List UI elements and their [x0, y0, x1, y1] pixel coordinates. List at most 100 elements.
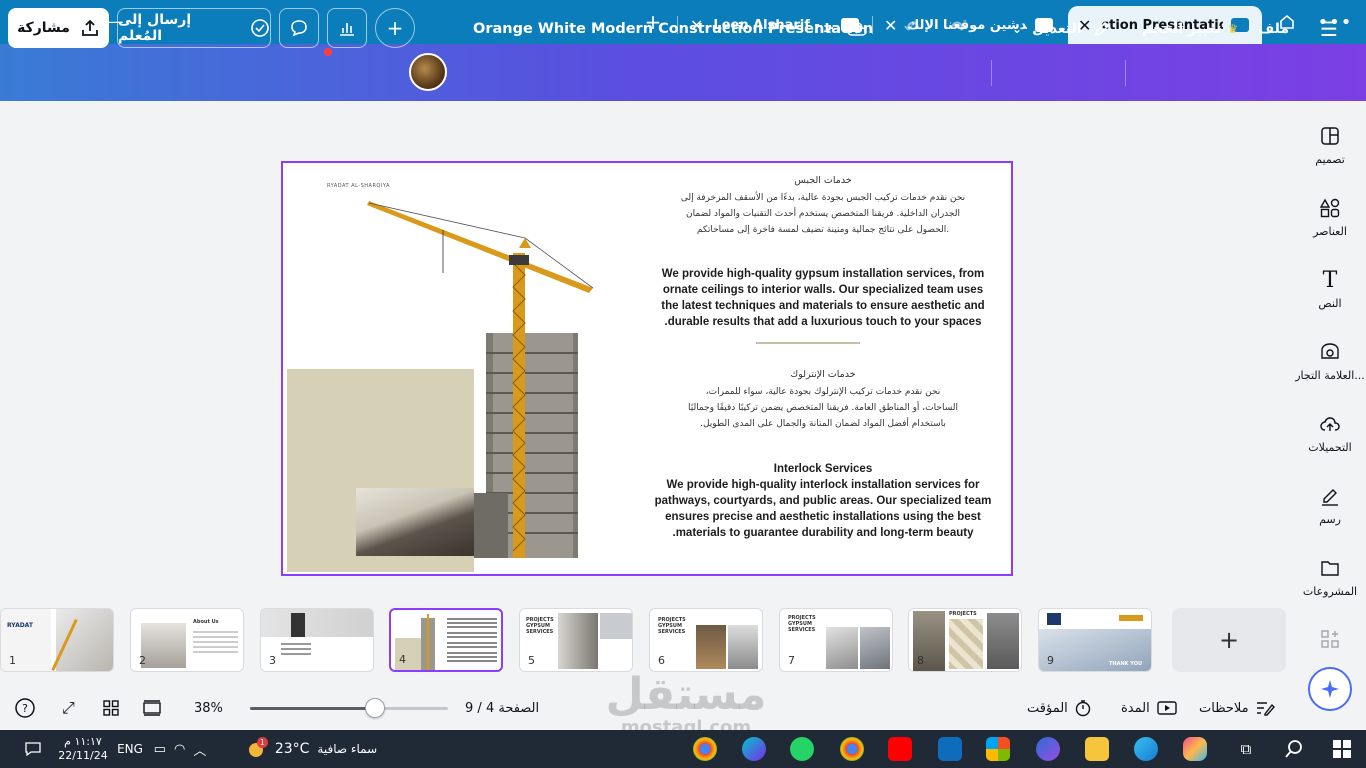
clock[interactable]: ١١:١٧ م 22/11/24 — [56, 730, 110, 768]
interlock-title-en[interactable]: Interlock Services — [633, 461, 1011, 477]
chrome-icon[interactable] — [693, 737, 717, 761]
zoom-level[interactable]: 38% — [194, 697, 223, 719]
thumb-number: 8 — [917, 654, 924, 667]
weather-widget[interactable]: 1 23°C سماء صافية — [238, 730, 386, 768]
youtube-icon[interactable] — [888, 737, 912, 761]
edge-icon[interactable] — [1134, 737, 1158, 761]
slide-thumbnail-5[interactable]: PROJECTS GYPSUM SERVICES 5 — [519, 608, 633, 672]
slide-canvas[interactable]: RYADAT AL-SHARQIYA خدمات الجبس نحن نقدم … — [281, 161, 1013, 576]
copilot-app-icon[interactable] — [1036, 737, 1060, 761]
notification-center-icon[interactable] — [20, 730, 46, 768]
page-view-icon[interactable] — [142, 697, 162, 719]
duration-button[interactable]: المدة — [1121, 697, 1178, 719]
duration-label: المدة — [1121, 700, 1150, 716]
thumb-label: RYADAT — [7, 622, 33, 629]
system-tray[interactable]: ▭ ◠ ︿ — [150, 730, 210, 768]
gypsum-body-en[interactable]: We provide high-quality gypsum installat… — [633, 266, 1011, 330]
chrome-profile-icon[interactable] — [840, 737, 864, 761]
send-to-teacher-button[interactable]: إرسال إلى المُعلم — [117, 8, 271, 48]
rail-item-draw[interactable]: رسم — [1294, 485, 1366, 526]
plus-icon: + — [386, 16, 404, 40]
add-page-button[interactable]: + — [1172, 608, 1286, 672]
add-collaborator-button[interactable]: + — [375, 8, 415, 48]
copilot-icon[interactable] — [1183, 737, 1207, 761]
hamburger-menu-icon[interactable]: ☰ — [1320, 0, 1338, 57]
timer-label: المؤقت — [1027, 700, 1068, 716]
avatar[interactable] — [409, 53, 447, 91]
slide-thumbnail-9[interactable]: THANK YOU 9 — [1038, 608, 1152, 672]
resize-button[interactable]: تغيير الحجم ♛ — [1142, 0, 1238, 57]
slide-thumbnail-4[interactable]: 4 — [389, 608, 503, 672]
help-icon[interactable]: ? — [14, 697, 36, 719]
text-line: الجدران الداخلية. فريقنا المتخصص يستخدم … — [686, 209, 960, 219]
rail-item-design[interactable]: تصميم — [1294, 125, 1366, 166]
comment-button[interactable] — [279, 8, 319, 48]
edit-mode-dropdown[interactable]: ⌄ التعديل — [1012, 0, 1112, 57]
store-icon[interactable] — [986, 737, 1010, 761]
fullscreen-icon[interactable]: ⤢ — [62, 697, 75, 719]
zoom-slider-track[interactable] — [250, 707, 448, 710]
insights-button[interactable] — [327, 8, 367, 48]
notes-button[interactable]: ملاحظات — [1199, 697, 1275, 719]
section-divider-line[interactable] — [756, 342, 860, 344]
grid-view-icon[interactable] — [102, 697, 120, 719]
rail-item-brand[interactable]: العلامة التجار... — [1294, 341, 1366, 382]
file-menu-button[interactable]: ملف — [1258, 0, 1289, 57]
zoom-slider-fill — [250, 707, 376, 710]
interlock-body-en[interactable]: We provide high-quality interlock instal… — [633, 477, 1011, 541]
rail-label: النص — [1318, 297, 1342, 310]
upload-icon — [1319, 413, 1341, 435]
slide-thumbnail-7[interactable]: PROJECTS GYPSUM SERVICES 7 — [779, 608, 893, 672]
rail-item-projects[interactable]: المشروعات — [1294, 557, 1366, 598]
rail-item-uploads[interactable]: التحميلات — [1294, 413, 1366, 454]
task-view-icon[interactable]: ⧉ — [1234, 730, 1258, 768]
building-detail-image[interactable] — [356, 488, 474, 556]
page-indicator[interactable]: الصفحة 4 / 9 — [465, 697, 539, 719]
document-title[interactable]: Orange White Modern Construction Present… — [473, 0, 873, 57]
wifi-icon: ◠ — [173, 741, 186, 757]
svg-text:?: ? — [22, 702, 28, 715]
interlock-body-ar[interactable]: نحن نقدم خدمات تركيب الإنترلوك بجودة عال… — [633, 384, 1011, 432]
send-teacher-label: إرسال إلى المُعلم — [118, 12, 192, 44]
weather-badge: 1 — [256, 737, 268, 748]
temperature: 23°C — [274, 741, 310, 757]
thumb-number: 7 — [788, 654, 795, 667]
whatsapp-icon[interactable] — [790, 737, 814, 761]
windows-start-icon[interactable] — [1330, 730, 1354, 768]
cloud-saved-icon[interactable] — [846, 0, 868, 57]
apps-icon[interactable] — [1294, 628, 1366, 656]
magic-assistant-button[interactable] — [1308, 667, 1352, 711]
file-explorer-icon[interactable] — [1085, 737, 1109, 761]
mail-icon[interactable] — [938, 737, 962, 761]
canva-icon[interactable] — [742, 737, 766, 761]
notes-label: ملاحظات — [1199, 700, 1249, 716]
toolbar-divider — [1125, 60, 1126, 86]
slide-thumbnail-6[interactable]: PROJECTS GYPSUM SERVICES 6 — [649, 608, 763, 672]
zoom-slider-handle[interactable] — [365, 698, 386, 718]
gypsum-body-ar[interactable]: نحن نقدم خدمات تركيب الجبس بجودة عالية، … — [633, 190, 1011, 238]
timer-button[interactable]: المؤقت — [1027, 697, 1092, 719]
close-icon[interactable]: ✕ — [884, 16, 897, 35]
slide-thumbnail-8[interactable]: PROJECTS 8 — [908, 608, 1022, 672]
check-circle-icon — [251, 19, 269, 37]
brand-icon — [1319, 341, 1341, 363]
redo-icon[interactable]: ↷ — [951, 0, 966, 57]
share-button[interactable]: مشاركة — [8, 8, 109, 48]
text-line: .durable results that add a luxurious to… — [664, 316, 982, 328]
text-line: the latest techniques and materials to e… — [661, 300, 985, 312]
search-icon[interactable] — [1282, 730, 1306, 768]
gypsum-title-ar[interactable]: خدمات الجبس — [633, 173, 1011, 189]
elements-icon — [1319, 197, 1341, 219]
rail-item-elements[interactable]: العناصر — [1294, 197, 1366, 238]
interlock-title-ar[interactable]: خدمات الإنترلوك — [633, 367, 1011, 383]
slide-thumbnail-2[interactable]: About Us 2 — [130, 608, 244, 672]
thumb-label: THANK YOU — [1109, 661, 1143, 667]
slide-thumbnail-1[interactable]: RYADAT 1 — [0, 608, 114, 672]
undo-icon[interactable]: ↶ — [904, 0, 919, 57]
thumb-label: About Us — [193, 619, 219, 625]
watermark-title: مستقل — [605, 669, 767, 720]
thumb-label: PROJECTS — [949, 611, 977, 617]
slide-thumbnail-3[interactable]: 3 — [260, 608, 374, 672]
rail-item-text[interactable]: T النص — [1294, 268, 1366, 311]
language-indicator[interactable]: ENG — [114, 730, 146, 768]
